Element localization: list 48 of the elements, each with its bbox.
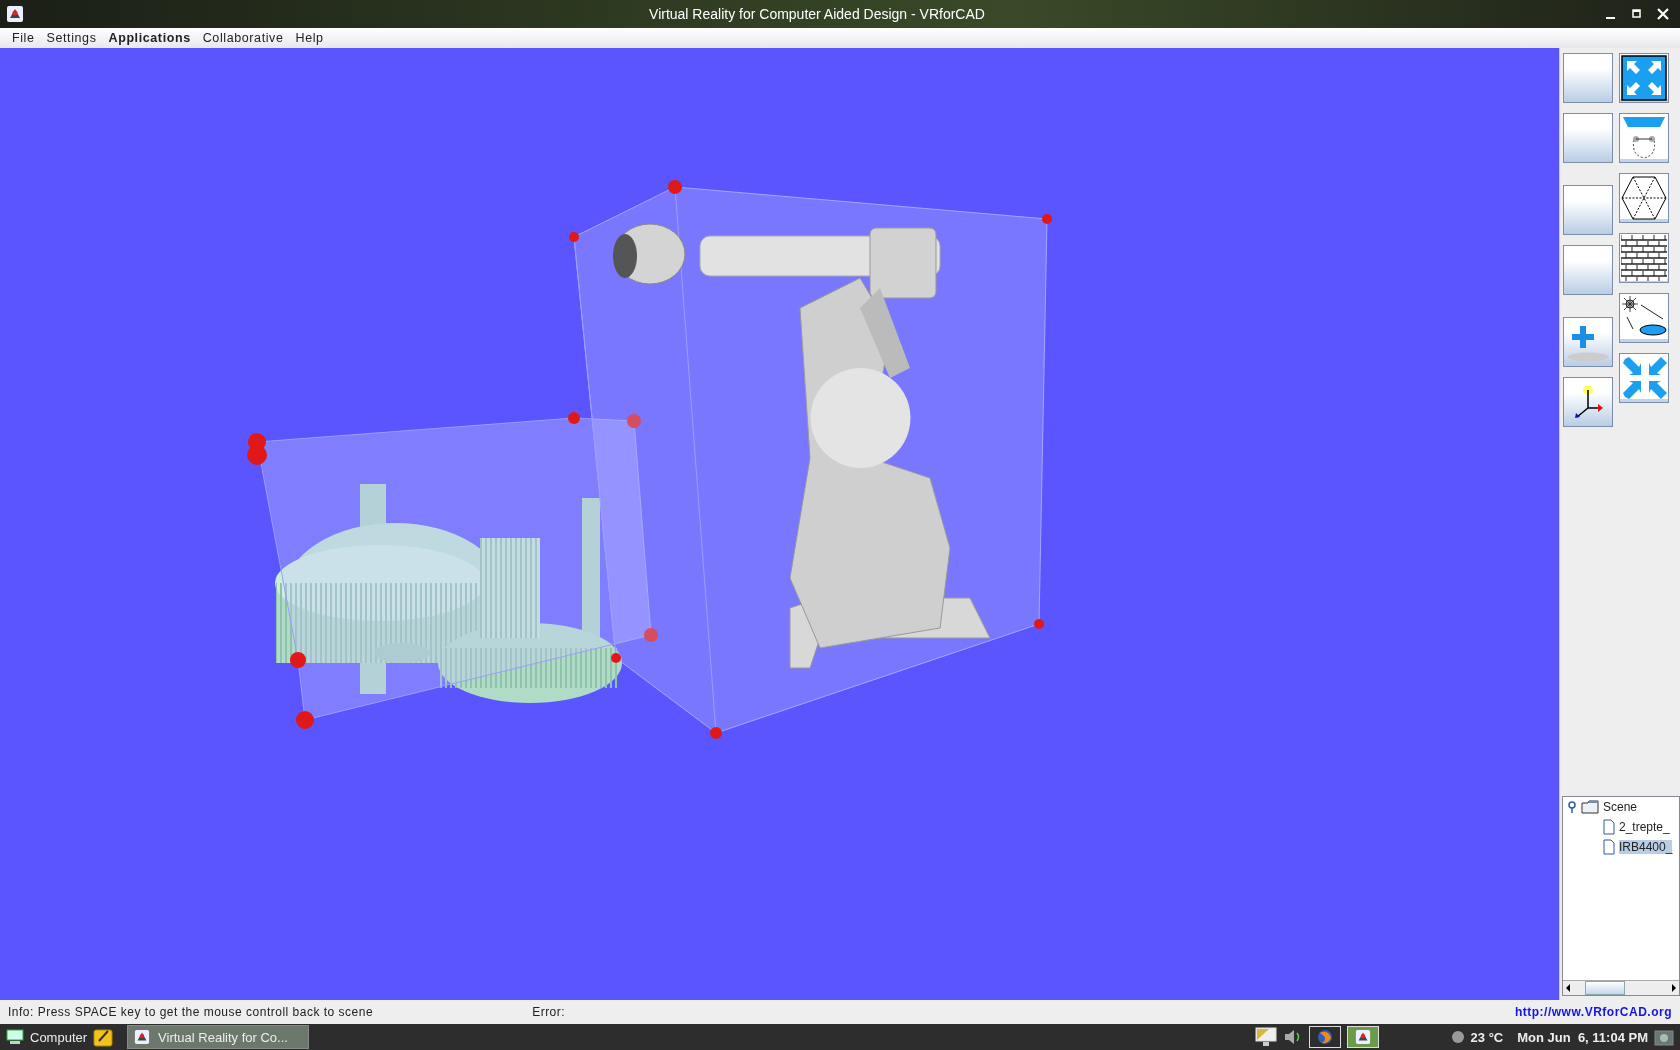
- tool-button[interactable]: [1619, 233, 1669, 283]
- weather-icon: [1450, 1030, 1465, 1044]
- tree-item[interactable]: Scene: [1603, 800, 1638, 814]
- notepad-icon[interactable]: [93, 1027, 114, 1047]
- tree-item[interactable]: 2_trepte_: [1619, 820, 1670, 834]
- website-link[interactable]: http://www.VRforCAD.org: [1514, 1005, 1672, 1019]
- projector-icon: [1621, 115, 1667, 161]
- window-title: Virtual Reality for Computer Aided Design - VRforCAD: [648, 6, 986, 22]
- folder-icon: [1581, 800, 1599, 814]
- app-icon: [1354, 1029, 1371, 1045]
- tool-button[interactable]: [1619, 173, 1669, 223]
- close-icon[interactable]: [1656, 7, 1670, 21]
- expand-icon: [1621, 55, 1667, 101]
- shrink-icon: [1621, 355, 1667, 401]
- taskbar-window-button[interactable]: Virtual Reality for Co...: [127, 1025, 310, 1049]
- taskbar-app-button[interactable]: [1346, 1026, 1379, 1048]
- temperature: 23 °C: [1470, 1029, 1504, 1045]
- menu-item[interactable]: Applications: [102, 31, 197, 45]
- gearbox-bounding-box[interactable]: [247, 412, 658, 729]
- menu-item[interactable]: Collaborative: [196, 31, 290, 45]
- horizontal-scrollbar[interactable]: [1563, 980, 1679, 995]
- scene-tree[interactable]: Scene 2_trepte_ IRB4400_: [1562, 796, 1680, 996]
- tree-item[interactable]: IRB4400_: [1619, 840, 1673, 854]
- file-icon: [1603, 839, 1615, 855]
- 3d-viewport[interactable]: [0, 48, 1559, 1000]
- file-icon: [1603, 819, 1615, 835]
- camera-icon[interactable]: [1654, 1027, 1674, 1047]
- tool-button[interactable]: [1619, 293, 1669, 343]
- expand-handle-icon[interactable]: [1567, 801, 1577, 813]
- menu-item[interactable]: File: [6, 31, 41, 45]
- brick-wall-icon: [1621, 235, 1667, 281]
- tool-button[interactable]: [1563, 377, 1613, 427]
- start-menu-label[interactable]: Computer: [30, 1029, 88, 1045]
- app-icon[interactable]: [6, 5, 24, 23]
- info-message: Info: Press SPACE key to get the mouse controll back to scene: [8, 1005, 374, 1019]
- error-label: Error:: [532, 1005, 566, 1019]
- display-icon[interactable]: [1254, 1027, 1277, 1047]
- tool-button[interactable]: [1619, 53, 1669, 103]
- computer-icon[interactable]: [6, 1029, 24, 1045]
- wireframe-icon: [1621, 175, 1667, 221]
- menu-item[interactable]: Settings: [40, 31, 103, 45]
- maximize-icon[interactable]: [1630, 7, 1644, 21]
- clock[interactable]: Mon Jun 6, 11:04 PM: [1517, 1029, 1648, 1045]
- scroll-right-icon[interactable]: [1669, 982, 1679, 994]
- taskbar-app-button[interactable]: [1308, 1026, 1341, 1048]
- browser-icon: [1316, 1029, 1333, 1045]
- app-icon: [134, 1029, 151, 1045]
- menu-item[interactable]: Help: [289, 31, 330, 45]
